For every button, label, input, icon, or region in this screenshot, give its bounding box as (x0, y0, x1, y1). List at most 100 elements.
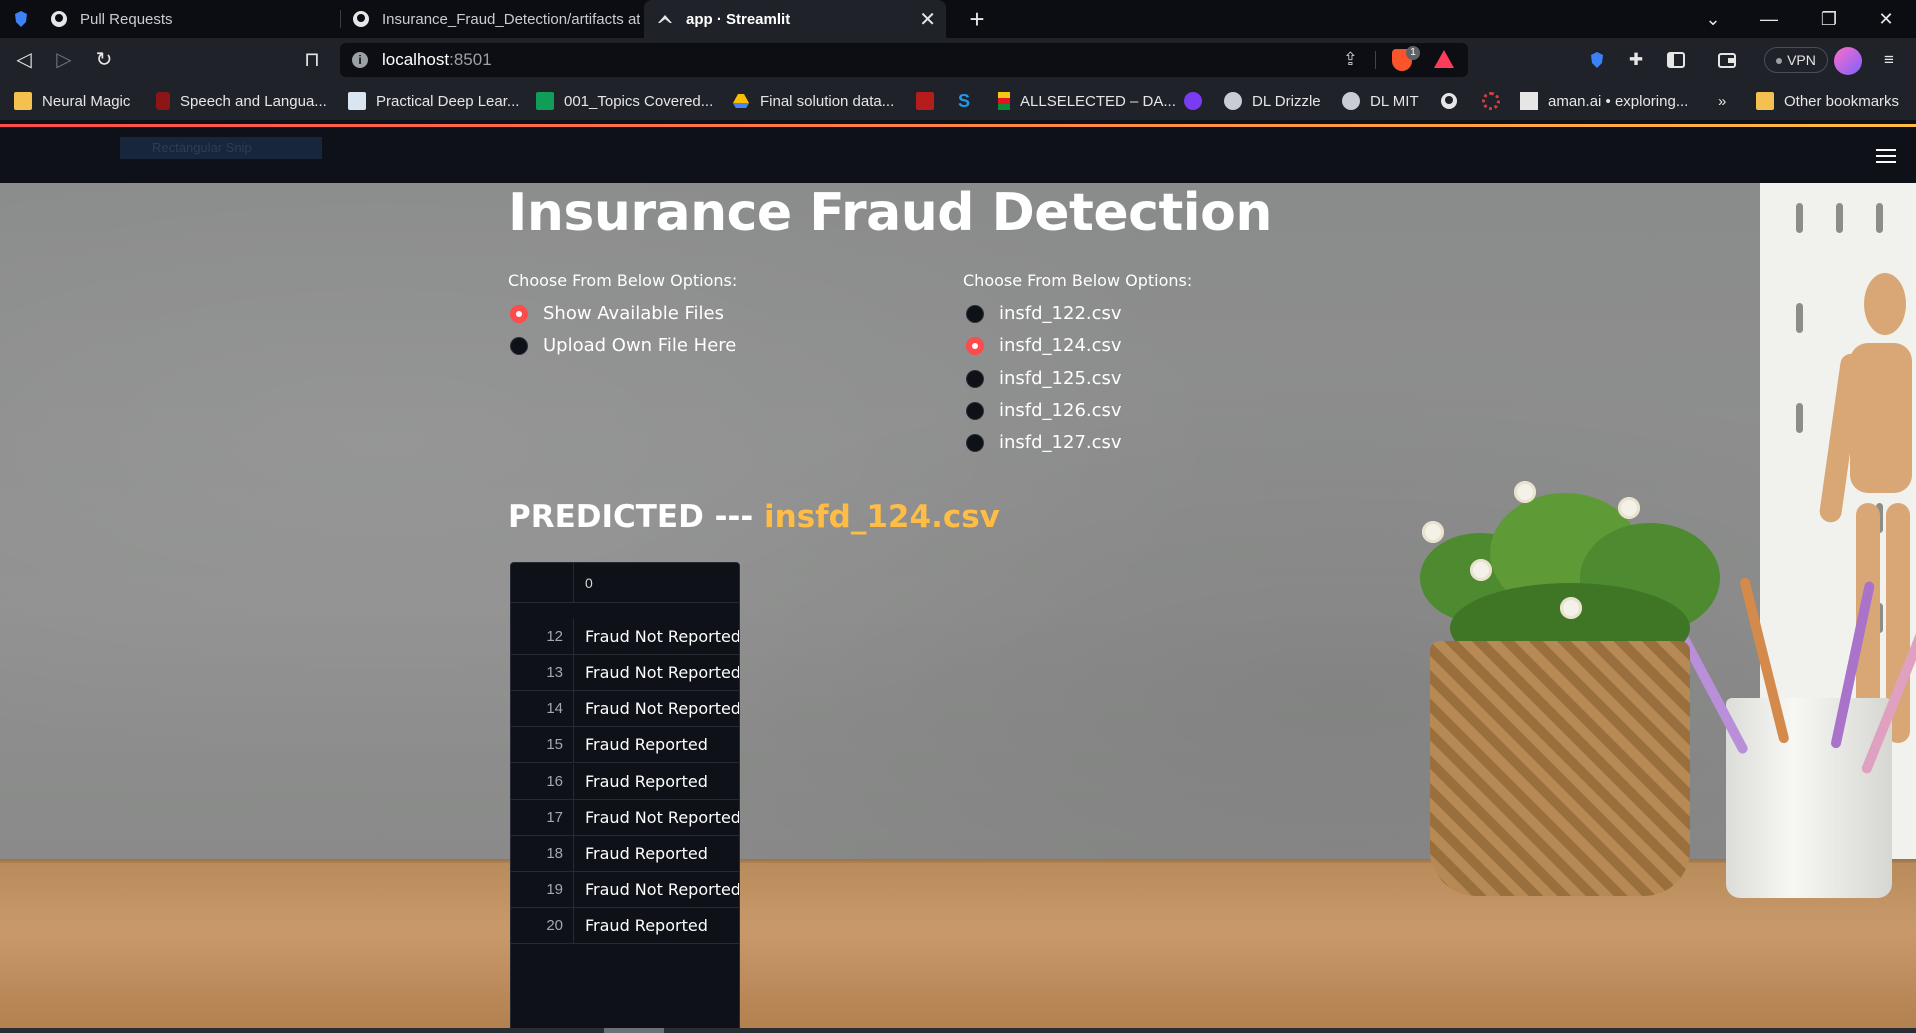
browser-menu-icon[interactable]: ≡ (1878, 49, 1900, 71)
row-index: 19 (511, 871, 574, 908)
tab-pull-requests[interactable]: Pull Requests (38, 0, 338, 38)
bookmark-label: DL Drizzle (1252, 92, 1321, 110)
radio-unchecked-icon[interactable] (966, 401, 984, 420)
radio-insfd-125[interactable]: insfd_125.csv (966, 368, 1122, 389)
bookmark-speech-language[interactable]: Speech and Langua... (156, 82, 327, 120)
row-index: 18 (511, 835, 574, 872)
radio-checked-icon[interactable] (966, 336, 984, 355)
row-index: 12 (511, 619, 574, 656)
table-row[interactable]: 15 Fraud Reported (511, 727, 739, 764)
radio-label: insfd_127.csv (999, 432, 1122, 453)
table-row[interactable]: 20 Fraud Reported (511, 907, 739, 944)
radio-label: insfd_126.csv (999, 400, 1122, 421)
bookmark-final-solution[interactable]: Final solution data... (732, 82, 894, 120)
url-text[interactable]: localhost:8501 (382, 50, 492, 70)
page-icon (348, 92, 366, 110)
bookmark-topics-covered[interactable]: 001_Topics Covered... (536, 82, 713, 120)
bookmark-s-icon[interactable]: S (958, 92, 976, 110)
table-row[interactable]: 16 Fraud Reported (511, 763, 739, 800)
row-value: Fraud Not Reported (585, 699, 740, 719)
bookmark-red-icon[interactable] (1482, 92, 1500, 110)
forward-button[interactable]: ▷ (50, 46, 78, 74)
radio-upload-own-file[interactable]: Upload Own File Here (510, 335, 736, 356)
sidebar-toggle-icon[interactable] (1665, 49, 1687, 71)
bookmark-github-icon[interactable] (1440, 92, 1458, 110)
bookmark-pdf-icon[interactable] (916, 92, 934, 110)
share-icon[interactable]: ⇪ (1343, 49, 1358, 70)
table-row[interactable]: 19 Fraud Not Reported (511, 871, 739, 908)
reload-button[interactable]: ↻ (90, 46, 118, 74)
other-bookmarks[interactable]: Other bookmarks (1756, 82, 1899, 120)
table-row[interactable]: 17 Fraud Not Reported (511, 799, 739, 836)
tab-bar: Pull Requests Insurance_Fraud_Detection/… (0, 0, 1916, 38)
radio-show-available-files[interactable]: Show Available Files (510, 303, 724, 324)
horizontal-scrollbar-thumb[interactable] (604, 1028, 664, 1033)
bookmark-label: Final solution data... (760, 92, 895, 110)
tab-search-dropdown-icon[interactable]: ⌄ (1685, 0, 1741, 38)
bookmark-dl-drizzle[interactable]: DL Drizzle (1224, 82, 1321, 120)
row-value: Fraud Reported (585, 735, 708, 755)
minimize-window-button[interactable]: — (1741, 0, 1797, 38)
tab-streamlit-app[interactable]: app · Streamlit ✕ (644, 0, 946, 38)
more-bookmarks-button[interactable]: » (1718, 82, 1726, 120)
radio-unchecked-icon[interactable] (966, 369, 984, 388)
address-bar[interactable]: i localhost:8501 ⇪ 1 (340, 43, 1468, 77)
bookmark-page-icon[interactable]: ⊓ (298, 46, 326, 74)
horizontal-scrollbar[interactable] (0, 1028, 1916, 1033)
predictions-dataframe[interactable]: 0 11Fraud Not Reported12Fraud Not Report… (510, 562, 740, 1033)
radio-label: insfd_122.csv (999, 303, 1122, 324)
extension-blue-icon[interactable] (1586, 49, 1608, 71)
radio-label: insfd_125.csv (999, 368, 1122, 389)
address-divider (1375, 51, 1376, 69)
app-main: Insurance Fraud Detection Choose From Be… (0, 183, 1916, 1033)
brave-shield-icon[interactable] (12, 10, 30, 28)
radio-insfd-122[interactable]: insfd_122.csv (966, 303, 1122, 324)
site-info-icon[interactable]: i (352, 52, 368, 68)
page-title: Insurance Fraud Detection (508, 183, 1272, 243)
new-tab-button[interactable]: + (962, 4, 992, 34)
drive-icon (733, 94, 749, 108)
tab-github-artifacts[interactable]: Insurance_Fraud_Detection/artifacts at (340, 0, 640, 38)
radio-unchecked-icon[interactable] (966, 304, 984, 323)
vpn-button[interactable]: VPN (1764, 47, 1828, 73)
hamburger-menu-icon[interactable] (1876, 149, 1896, 163)
brave-rewards-icon[interactable] (1434, 50, 1454, 68)
bookmark-purple-icon[interactable] (1184, 92, 1202, 110)
radio-insfd-127[interactable]: insfd_127.csv (966, 432, 1122, 453)
row-value: Fraud Reported (585, 843, 708, 863)
table-row[interactable]: 12 Fraud Not Reported (511, 619, 739, 656)
url-port: :8501 (449, 50, 492, 69)
radio-insfd-126[interactable]: insfd_126.csv (966, 400, 1122, 421)
bookmark-aman-ai[interactable]: aman.ai • exploring... (1520, 82, 1688, 120)
bookmark-label: Practical Deep Lear... (376, 92, 520, 110)
table-row[interactable]: 18 Fraud Reported (511, 835, 739, 872)
radio-unchecked-icon[interactable] (966, 433, 984, 452)
profile-avatar[interactable] (1834, 47, 1862, 75)
bookmark-label: aman.ai • exploring... (1548, 92, 1689, 110)
wallet-icon[interactable] (1716, 49, 1738, 71)
sqlbi-icon (998, 92, 1010, 110)
radio-label: insfd_124.csv (999, 335, 1122, 356)
table-row[interactable]: 13 Fraud Not Reported (511, 655, 740, 692)
radio-unchecked-icon[interactable] (510, 336, 528, 355)
table-row[interactable]: 14 Fraud Not Reported (511, 691, 740, 728)
sheets-icon (536, 92, 554, 110)
row-index: 13 (511, 655, 574, 692)
rectangular-snip-overlay: Rectangular Snip (120, 137, 322, 159)
radio-insfd-124[interactable]: insfd_124.csv (966, 335, 1122, 356)
close-window-button[interactable]: ✕ (1858, 0, 1914, 38)
close-tab-icon[interactable]: ✕ (919, 7, 936, 32)
column-header-0[interactable]: 0 (585, 575, 593, 591)
bookmark-neural-magic[interactable]: Neural Magic (14, 82, 130, 120)
extensions-puzzle-icon[interactable]: ✚ (1625, 49, 1647, 71)
radio-label: Upload Own File Here (543, 335, 737, 356)
row-value: Fraud Not Reported (585, 663, 740, 683)
back-button[interactable]: ◁ (10, 46, 38, 74)
row-value: Fraud Reported (585, 915, 708, 935)
restore-window-button[interactable]: ❐ (1801, 0, 1857, 38)
bookmark-practical-deep-learning[interactable]: Practical Deep Lear... (348, 82, 519, 120)
stanford-icon (156, 92, 170, 110)
bookmark-dl-mit[interactable]: DL MIT (1342, 82, 1419, 120)
bookmark-allselected[interactable]: ALLSELECTED – DA... (998, 82, 1176, 120)
radio-checked-icon[interactable] (510, 304, 528, 323)
